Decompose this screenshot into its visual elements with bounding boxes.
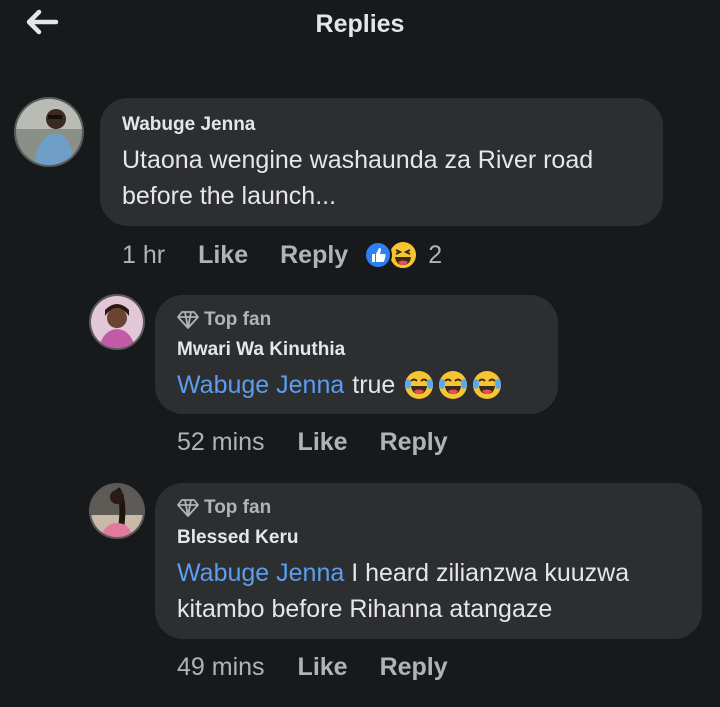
comment-text: Wabuge Jenna I heard zilianzwa kuuzwa ki… bbox=[177, 555, 680, 627]
badge-label: Top fan bbox=[204, 309, 272, 330]
comment-actions: 1 hr Like Reply 2 bbox=[122, 240, 442, 270]
comment-text-line: before the launch... bbox=[122, 182, 337, 210]
like-button[interactable]: Like bbox=[298, 653, 348, 682]
top-fan-badge: Top fan bbox=[177, 309, 536, 331]
reply-button[interactable]: Reply bbox=[380, 653, 448, 682]
comment-author[interactable]: Wabuge Jenna bbox=[122, 114, 641, 136]
emoji-group bbox=[403, 369, 503, 401]
comment-body: true bbox=[352, 371, 396, 399]
avatar[interactable] bbox=[89, 483, 145, 539]
like-button[interactable]: Like bbox=[198, 241, 248, 270]
crying-laughing-emoji bbox=[405, 371, 434, 399]
comment-text-line: kitambo before Rihanna atangaze bbox=[177, 595, 553, 623]
comment-text-line: Utaona wengine washaunda za River road bbox=[122, 146, 594, 174]
reply-button[interactable]: Reply bbox=[280, 241, 348, 270]
reply-button[interactable]: Reply bbox=[380, 428, 448, 457]
diamond-icon bbox=[177, 311, 199, 329]
reply-bubble: Top fan Blessed Keru Wabuge Jenna I hear… bbox=[155, 483, 702, 639]
comment-text: Utaona wengine washaunda za River road b… bbox=[122, 142, 641, 214]
comment-time[interactable]: 1 hr bbox=[122, 241, 165, 270]
diamond-icon bbox=[177, 499, 199, 517]
reaction-count: 2 bbox=[428, 240, 443, 269]
crying-laughing-emoji bbox=[473, 371, 502, 399]
crying-laughing-emoji bbox=[439, 371, 468, 399]
comment-body: I heard zilianzwa kuuzwa bbox=[351, 559, 630, 587]
header: Replies bbox=[0, 0, 720, 50]
like-icon bbox=[364, 241, 393, 269]
comment-text: Wabuge Jenna true bbox=[177, 367, 536, 403]
comment-actions: 49 mins Like Reply bbox=[177, 653, 480, 682]
page-title: Replies bbox=[315, 10, 405, 38]
comment-author[interactable]: Blessed Keru bbox=[177, 527, 680, 549]
comment-actions: 52 mins Like Reply bbox=[177, 428, 480, 457]
like-button[interactable]: Like bbox=[298, 428, 348, 457]
reply-bubble: Top fan Mwari Wa Kinuthia Wabuge Jenna t… bbox=[155, 295, 558, 414]
comment-bubble: Wabuge Jenna Utaona wengine washaunda za… bbox=[100, 98, 663, 226]
comment-time[interactable]: 49 mins bbox=[177, 653, 265, 682]
reaction-summary[interactable]: 2 bbox=[364, 240, 442, 270]
mention-link[interactable]: Wabuge Jenna bbox=[177, 559, 344, 587]
avatar[interactable] bbox=[89, 294, 145, 350]
comment-time[interactable]: 52 mins bbox=[177, 428, 265, 457]
avatar[interactable] bbox=[14, 97, 84, 167]
top-fan-badge: Top fan bbox=[177, 497, 680, 519]
badge-label: Top fan bbox=[204, 497, 272, 518]
comment-text-line: Wabuge Jenna I heard zilianzwa kuuzwa bbox=[177, 555, 680, 591]
laugh-icon bbox=[388, 240, 419, 270]
comment-author[interactable]: Mwari Wa Kinuthia bbox=[177, 339, 536, 361]
mention-link[interactable]: Wabuge Jenna bbox=[177, 367, 344, 403]
